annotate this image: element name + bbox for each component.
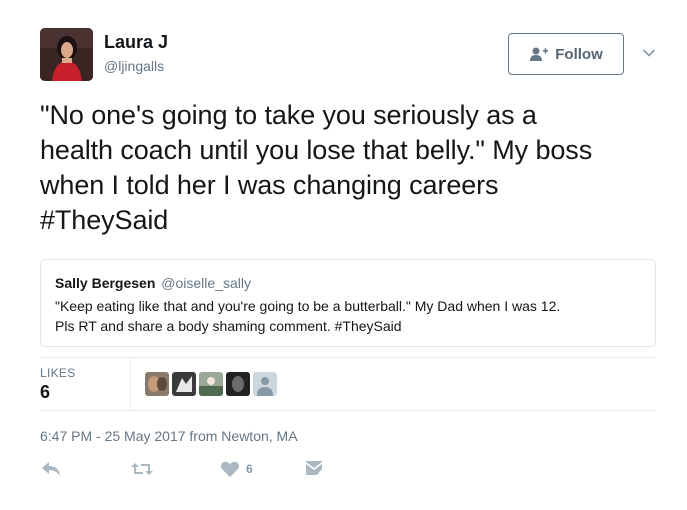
likes-label[interactable]: LIKES [40, 366, 76, 380]
likes-count[interactable]: 6 [40, 382, 50, 403]
follow-button[interactable]: Follow [508, 33, 624, 75]
tweet-timestamp[interactable]: 6:47 PM - 25 May 2017 from Newton, MA [40, 428, 298, 444]
author-handle[interactable]: @ljingalls [104, 58, 164, 74]
reply-button[interactable] [40, 460, 62, 478]
quoted-tweet-header: Sally Bergesen @oiselle_sally [55, 275, 641, 291]
quoted-tweet-text: "Keep eating like that and you're going … [55, 296, 641, 336]
reply-icon [42, 462, 60, 476]
likes-divider [130, 358, 131, 411]
quoted-author-name: Sally Bergesen [55, 275, 156, 291]
quoted-text-line: "Keep eating like that and you're going … [55, 298, 561, 314]
liker-avatar[interactable] [226, 372, 250, 396]
liker-avatar[interactable] [172, 372, 196, 396]
retweet-button[interactable] [130, 460, 154, 478]
tweet-actions: 6 [40, 460, 340, 484]
follow-label: Follow [555, 45, 603, 63]
add-user-icon [530, 47, 549, 61]
liker-avatar[interactable] [199, 372, 223, 396]
liker-avatar-default[interactable] [253, 372, 277, 396]
retweet-icon [131, 463, 153, 475]
quoted-author-handle: @oiselle_sally [161, 275, 251, 291]
quoted-text-line: Pls RT and share a body shaming comment.… [55, 318, 402, 334]
like-count: 6 [246, 462, 253, 476]
direct-message-icon [306, 461, 322, 475]
likers-list [145, 372, 277, 396]
quoted-tweet[interactable]: Sally Bergesen @oiselle_sally "Keep eati… [40, 259, 656, 347]
chevron-down-icon[interactable] [642, 46, 656, 60]
tweet-text: "No one's going to take you seriously as… [40, 98, 660, 238]
like-button[interactable]: 6 [220, 460, 253, 478]
liker-avatar[interactable] [145, 372, 169, 396]
tweet-text-line: "No one's going to take you seriously as… [40, 100, 537, 130]
hashtag-link[interactable]: #TheySaid [40, 203, 660, 238]
tweet-header: Laura J @ljingalls Follow [40, 28, 660, 81]
author-name[interactable]: Laura J [104, 32, 168, 53]
tweet-text-line: health coach until you lose that belly."… [40, 135, 593, 165]
heart-icon [220, 461, 240, 477]
tweet-text-line: when I told her I was changing careers [40, 170, 499, 200]
likes-section: LIKES 6 [40, 357, 656, 411]
author-avatar[interactable] [40, 28, 93, 81]
direct-message-button[interactable] [305, 460, 323, 476]
